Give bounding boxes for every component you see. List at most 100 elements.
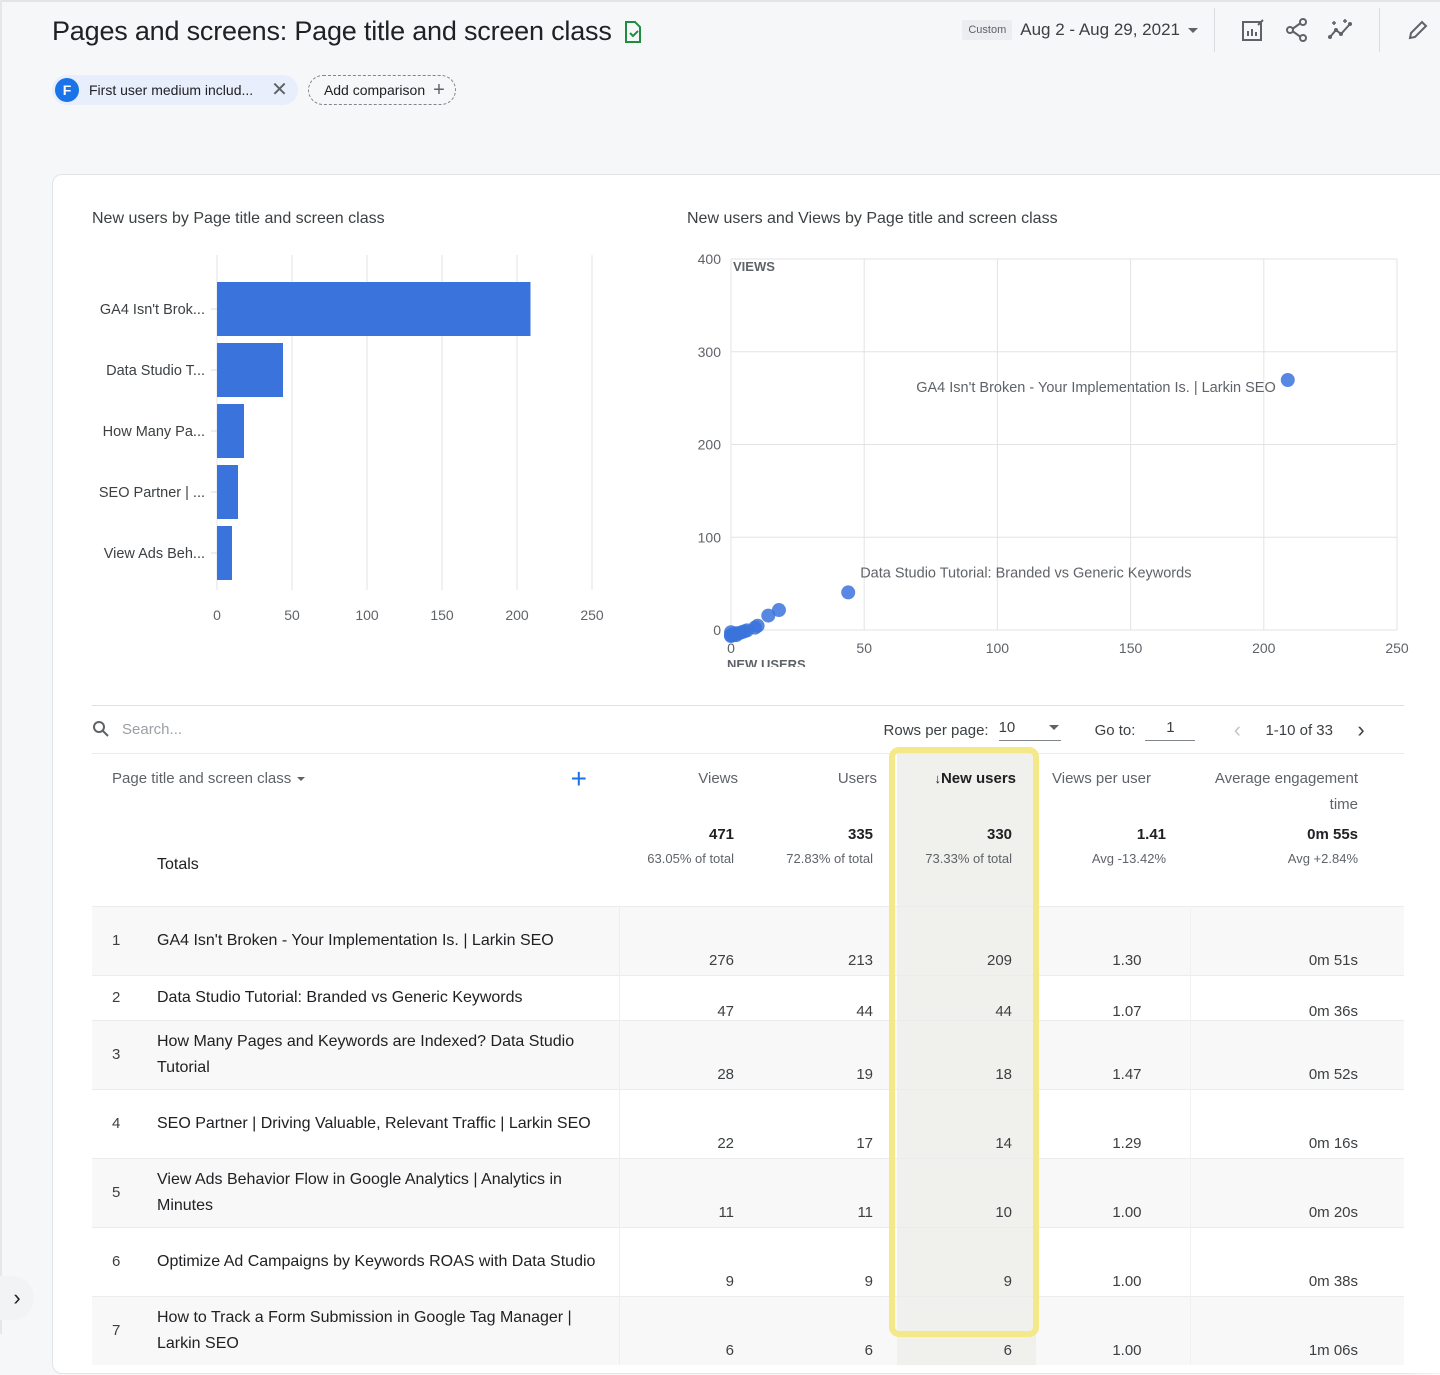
row-page-title[interactable]: Optimize Ad Campaigns by Keywords ROAS w… [137, 1226, 620, 1296]
chevron-down-icon [1188, 27, 1198, 33]
share-button[interactable] [1282, 15, 1312, 45]
cell-users: 9 [758, 1226, 898, 1296]
cell-new-users: 10 [897, 1157, 1037, 1227]
header-toolbar: Custom Aug 2 - Aug 29, 2021 [962, 8, 1440, 52]
chevron-right-icon: › [13, 1285, 21, 1310]
dimension-header-label: Page title and screen class [112, 770, 292, 787]
y-tick-label: 0 [713, 622, 721, 638]
cell-views-per-user: 1.00 [1036, 1157, 1191, 1227]
table-row[interactable]: 2 Data Studio Tutorial: Branded vs Generi… [92, 974, 1405, 1020]
column-header-avg-engagement[interactable]: Average engagement time [1190, 754, 1404, 824]
doc-check-icon[interactable] [622, 20, 644, 44]
totals-cell: 330 73.33% of total [897, 824, 1037, 906]
y-tick-label: 400 [698, 251, 722, 267]
goto-page-input[interactable] [1145, 719, 1196, 741]
filter-chip[interactable]: F First user medium includ... ✕ [52, 75, 298, 105]
y-tick-label: GA4 Isn't Brok... [100, 302, 205, 318]
plus-icon: + [433, 79, 445, 101]
cell-avg-engagement: 0m 52s [1190, 1019, 1405, 1089]
insights-button[interactable] [1326, 15, 1356, 45]
y-tick-label: SEO Partner | ... [99, 485, 205, 501]
cell-views: 276 [619, 905, 759, 975]
y-tick-label: View Ads Beh... [104, 546, 205, 562]
divider [1379, 8, 1380, 52]
table-row[interactable]: 7 How to Track a Form Submission in Googl… [92, 1295, 1405, 1365]
cell-users: 213 [758, 905, 898, 975]
cell-views: 6 [619, 1295, 759, 1365]
column-header-users[interactable]: Users [758, 754, 897, 824]
column-header-views[interactable]: Views [619, 754, 758, 824]
report-table: Page title and screen class + Views User… [92, 754, 1405, 1365]
cell-users: 17 [758, 1088, 898, 1158]
search-input[interactable]: Search... [122, 721, 182, 738]
filter-chip-avatar: F [55, 78, 79, 102]
table-row[interactable]: 3 How Many Pages and Keywords are Indexed… [92, 1019, 1405, 1089]
cell-new-users: 18 [897, 1019, 1037, 1089]
cell-new-users: 44 [897, 974, 1037, 1020]
point-label: Data Studio Tutorial: Branded vs Generic… [860, 565, 1191, 581]
date-range-picker[interactable]: Aug 2 - Aug 29, 2021 [1020, 20, 1198, 40]
x-tick-label: 100 [355, 607, 379, 623]
cell-views: 47 [619, 974, 759, 1020]
totals-label: Totals [157, 855, 199, 873]
cell-new-users: 9 [897, 1226, 1037, 1296]
scroll-fade [1403, 755, 1440, 1375]
cell-views: 22 [619, 1088, 759, 1158]
rows-per-page-select[interactable]: 10 [998, 719, 1061, 741]
row-page-title[interactable]: How Many Pages and Keywords are Indexed?… [137, 1019, 620, 1089]
cell-new-users: 209 [897, 905, 1037, 975]
expand-sidebar-button[interactable]: › [0, 1276, 34, 1320]
add-dimension-icon[interactable]: + [571, 765, 587, 793]
x-tick-label: 100 [986, 640, 1010, 656]
dimension-header[interactable]: Page title and screen class + [92, 754, 619, 824]
y-tick-label: 200 [698, 437, 722, 453]
column-header-views-per-user[interactable]: Views per user [1036, 754, 1190, 824]
scatter-point [761, 608, 776, 623]
comparison-chips: F First user medium includ... ✕ Add comp… [52, 75, 456, 105]
scatter-point [724, 625, 738, 640]
share-icon [1286, 18, 1307, 42]
row-index: 5 [92, 1157, 137, 1227]
scatter-point [1280, 373, 1295, 388]
table-search[interactable]: Search... [92, 720, 182, 738]
x-tick-label: 50 [284, 607, 300, 623]
row-page-title[interactable]: Data Studio Tutorial: Branded vs Generic… [137, 974, 620, 1020]
column-header-new-users[interactable]: ↓New users [897, 754, 1037, 824]
row-page-title[interactable]: View Ads Behavior Flow in Google Analyti… [137, 1157, 620, 1227]
insights-icon [1328, 19, 1352, 39]
row-index: 7 [92, 1295, 137, 1365]
x-axis-label: NEW USERS [727, 657, 806, 667]
page-title-text: Pages and screens: Page title and screen… [52, 16, 612, 46]
row-page-title[interactable]: GA4 Isn't Broken - Your Implementation I… [137, 905, 620, 975]
next-page-icon[interactable]: › [1351, 717, 1371, 743]
bar [217, 404, 244, 458]
close-icon[interactable]: ✕ [271, 80, 288, 100]
row-page-title[interactable]: How to Track a Form Submission in Google… [137, 1295, 620, 1365]
row-index: 3 [92, 1019, 137, 1089]
pagination: Rows per page: 10 Go to: ‹ 1-10 of 33 › [884, 717, 1371, 743]
point-label: GA4 Isn't Broken - Your Implementation I… [916, 380, 1276, 396]
cell-avg-engagement: 0m 16s [1190, 1088, 1405, 1158]
scatter-chart: 01002003004000 50 100 150 200 250VIEWSNEW USE… [698, 251, 1409, 667]
table-row[interactable]: 6 Optimize Ad Campaigns by Keywords ROAS … [92, 1226, 1405, 1296]
x-tick-label: 0 [213, 607, 221, 623]
cell-avg-engagement: 0m 51s [1190, 905, 1405, 975]
cell-avg-engagement: 0m 38s [1190, 1226, 1405, 1296]
filter-chip-label: First user medium includ... [89, 82, 254, 98]
table-row[interactable]: 4 SEO Partner | Driving Valuable, Relevan… [92, 1088, 1405, 1158]
cell-views-per-user: 1.07 [1036, 974, 1191, 1020]
previous-page-icon[interactable]: ‹ [1227, 717, 1247, 743]
row-page-title[interactable]: SEO Partner | Driving Valuable, Relevant… [137, 1088, 620, 1158]
x-tick-label: 200 [1252, 640, 1276, 656]
add-comparison-button[interactable]: Add comparison + [307, 75, 456, 105]
date-badge: Custom [962, 20, 1013, 40]
x-tick-label: 50 [856, 640, 872, 656]
table-row[interactable]: 1 GA4 Isn't Broken - Your Implementation … [92, 905, 1405, 975]
bar [217, 465, 238, 519]
table-row[interactable]: 5 View Ads Behavior Flow in Google Analyt… [92, 1157, 1405, 1227]
rows-per-page-label: Rows per page: [883, 721, 989, 739]
edit-button[interactable] [1403, 15, 1433, 45]
customize-report-button[interactable] [1238, 15, 1268, 45]
row-index: 4 [92, 1088, 137, 1158]
report-card: New users by Page title and screen class… [52, 174, 1440, 1375]
